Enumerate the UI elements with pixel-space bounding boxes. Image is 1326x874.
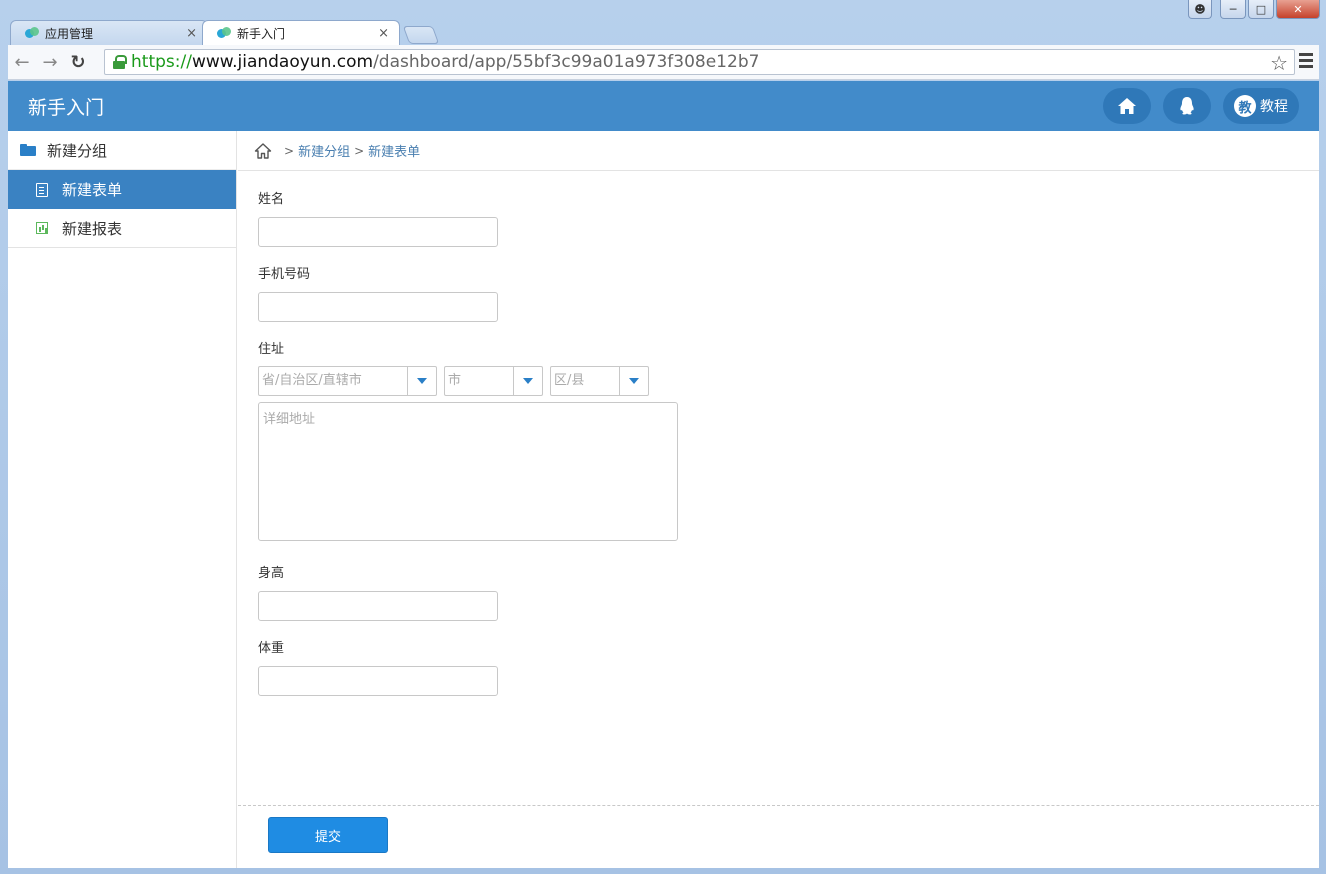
url-path: /dashboard/app/55bf3c99a01a973f308e12b7 (373, 52, 760, 72)
submit-button[interactable]: 提交 (268, 817, 388, 853)
tab-close-icon[interactable]: × (186, 26, 197, 41)
breadcrumb-separator: > (354, 143, 365, 158)
minimize-button[interactable]: ─ (1220, 0, 1246, 19)
dropdown-arrow-icon (513, 367, 542, 395)
height-input[interactable] (258, 591, 498, 621)
name-input[interactable] (258, 217, 498, 247)
url-scheme: https:// (131, 52, 192, 72)
report-chart-icon (36, 222, 48, 234)
sidebar-item-label: 新建报表 (62, 219, 123, 238)
lock-icon (113, 55, 127, 69)
height-label: 身高 (258, 566, 285, 581)
home-outline-icon[interactable] (254, 142, 272, 160)
app-header: 新手入门 教 教程 (8, 81, 1319, 131)
dropdown-arrow-icon (407, 367, 436, 395)
phone-input[interactable] (258, 292, 498, 322)
form-document-icon (36, 182, 48, 197)
sidebar-item-new-form[interactable]: 新建表单 (8, 170, 236, 209)
main-content: > 新建分组 > 新建表单 姓名 手机号码 住址 省/自治区/直辖市 市 区/县… (238, 131, 1319, 868)
tab-close-icon[interactable]: × (378, 26, 389, 41)
jiandaoyun-favicon-icon (217, 27, 231, 39)
app-title: 新手入门 (28, 96, 105, 119)
app-container: 新手入门 教 教程 新建分组 新建表单 新建报表 > 新建分组 > 新建表单 姓… (8, 81, 1319, 868)
qq-support-button[interactable] (1163, 88, 1211, 124)
breadcrumb-item-form[interactable]: 新建表单 (368, 141, 420, 160)
maximize-button[interactable]: □ (1248, 0, 1274, 19)
form-body: 姓名 手机号码 住址 省/自治区/直辖市 市 区/县 详细地址 身高 体重 (238, 171, 1319, 696)
name-label: 姓名 (258, 192, 285, 207)
jiandaoyun-favicon-icon (25, 27, 39, 39)
tab-title: 新手入门 (237, 26, 286, 41)
sidebar-item-label: 新建表单 (62, 181, 123, 199)
district-placeholder: 区/县 (554, 373, 585, 388)
weight-label: 体重 (258, 641, 285, 656)
browser-toolbar: ← → ↻ https://www.jiandaoyun.com/dashboa… (8, 45, 1319, 80)
forward-arrow-icon[interactable]: → (36, 52, 64, 73)
window-controls: ☻ ─ □ ✕ (1188, 0, 1320, 19)
breadcrumb: > 新建分组 > 新建表单 (238, 131, 1319, 171)
dropdown-arrow-icon (619, 367, 648, 395)
city-select[interactable]: 市 (444, 366, 543, 396)
new-tab-button[interactable] (402, 26, 440, 44)
reload-icon[interactable]: ↻ (64, 52, 92, 73)
tab-title: 应用管理 (45, 26, 94, 41)
home-icon (1118, 98, 1136, 114)
address-bar[interactable]: https://www.jiandaoyun.com/dashboard/app… (104, 49, 1295, 75)
sidebar: 新建分组 新建表单 新建报表 (8, 131, 237, 868)
address-selects: 省/自治区/直辖市 市 区/县 (258, 366, 1299, 396)
weight-input[interactable] (258, 666, 498, 696)
window-close-button[interactable]: ✕ (1276, 0, 1320, 19)
tutorial-badge-icon: 教 (1234, 95, 1256, 117)
browser-menu-icon[interactable] (1299, 53, 1313, 71)
city-placeholder: 市 (448, 373, 462, 388)
province-select[interactable]: 省/自治区/直辖市 (258, 366, 437, 396)
browser-window: ☻ ─ □ ✕ 应用管理 × 新手入门 × ← → ↻ https://www.… (0, 0, 1326, 874)
bookmark-star-icon[interactable]: ☆ (1270, 51, 1288, 75)
sidebar-item-new-report[interactable]: 新建报表 (8, 209, 236, 248)
address-detail-placeholder: 详细地址 (263, 412, 316, 427)
tutorial-button[interactable]: 教 教程 (1223, 88, 1299, 124)
user-profile-icon[interactable]: ☻ (1188, 0, 1212, 19)
address-detail-textarea[interactable]: 详细地址 (258, 402, 678, 541)
form-footer: 提交 (238, 805, 1319, 853)
district-select[interactable]: 区/县 (550, 366, 649, 396)
tutorial-label: 教程 (1260, 99, 1288, 115)
browser-tab-app-management[interactable]: 应用管理 × (10, 20, 208, 45)
back-arrow-icon[interactable]: ← (8, 52, 36, 73)
qq-penguin-icon (1180, 97, 1194, 115)
sidebar-group-label: 新建分组 (47, 141, 108, 160)
url-host: www.jiandaoyun.com (191, 52, 374, 72)
address-label: 住址 (258, 342, 285, 357)
phone-label: 手机号码 (258, 267, 311, 282)
breadcrumb-item-group[interactable]: 新建分组 (298, 141, 350, 160)
browser-tab-getting-started[interactable]: 新手入门 × (202, 20, 400, 45)
breadcrumb-separator: > (284, 143, 295, 158)
sidebar-group-new-group[interactable]: 新建分组 (8, 131, 236, 170)
home-button[interactable] (1103, 88, 1151, 124)
province-placeholder: 省/自治区/直辖市 (262, 373, 362, 388)
folder-open-icon (20, 144, 36, 156)
browser-tab-strip: 应用管理 × 新手入门 × (10, 20, 440, 45)
